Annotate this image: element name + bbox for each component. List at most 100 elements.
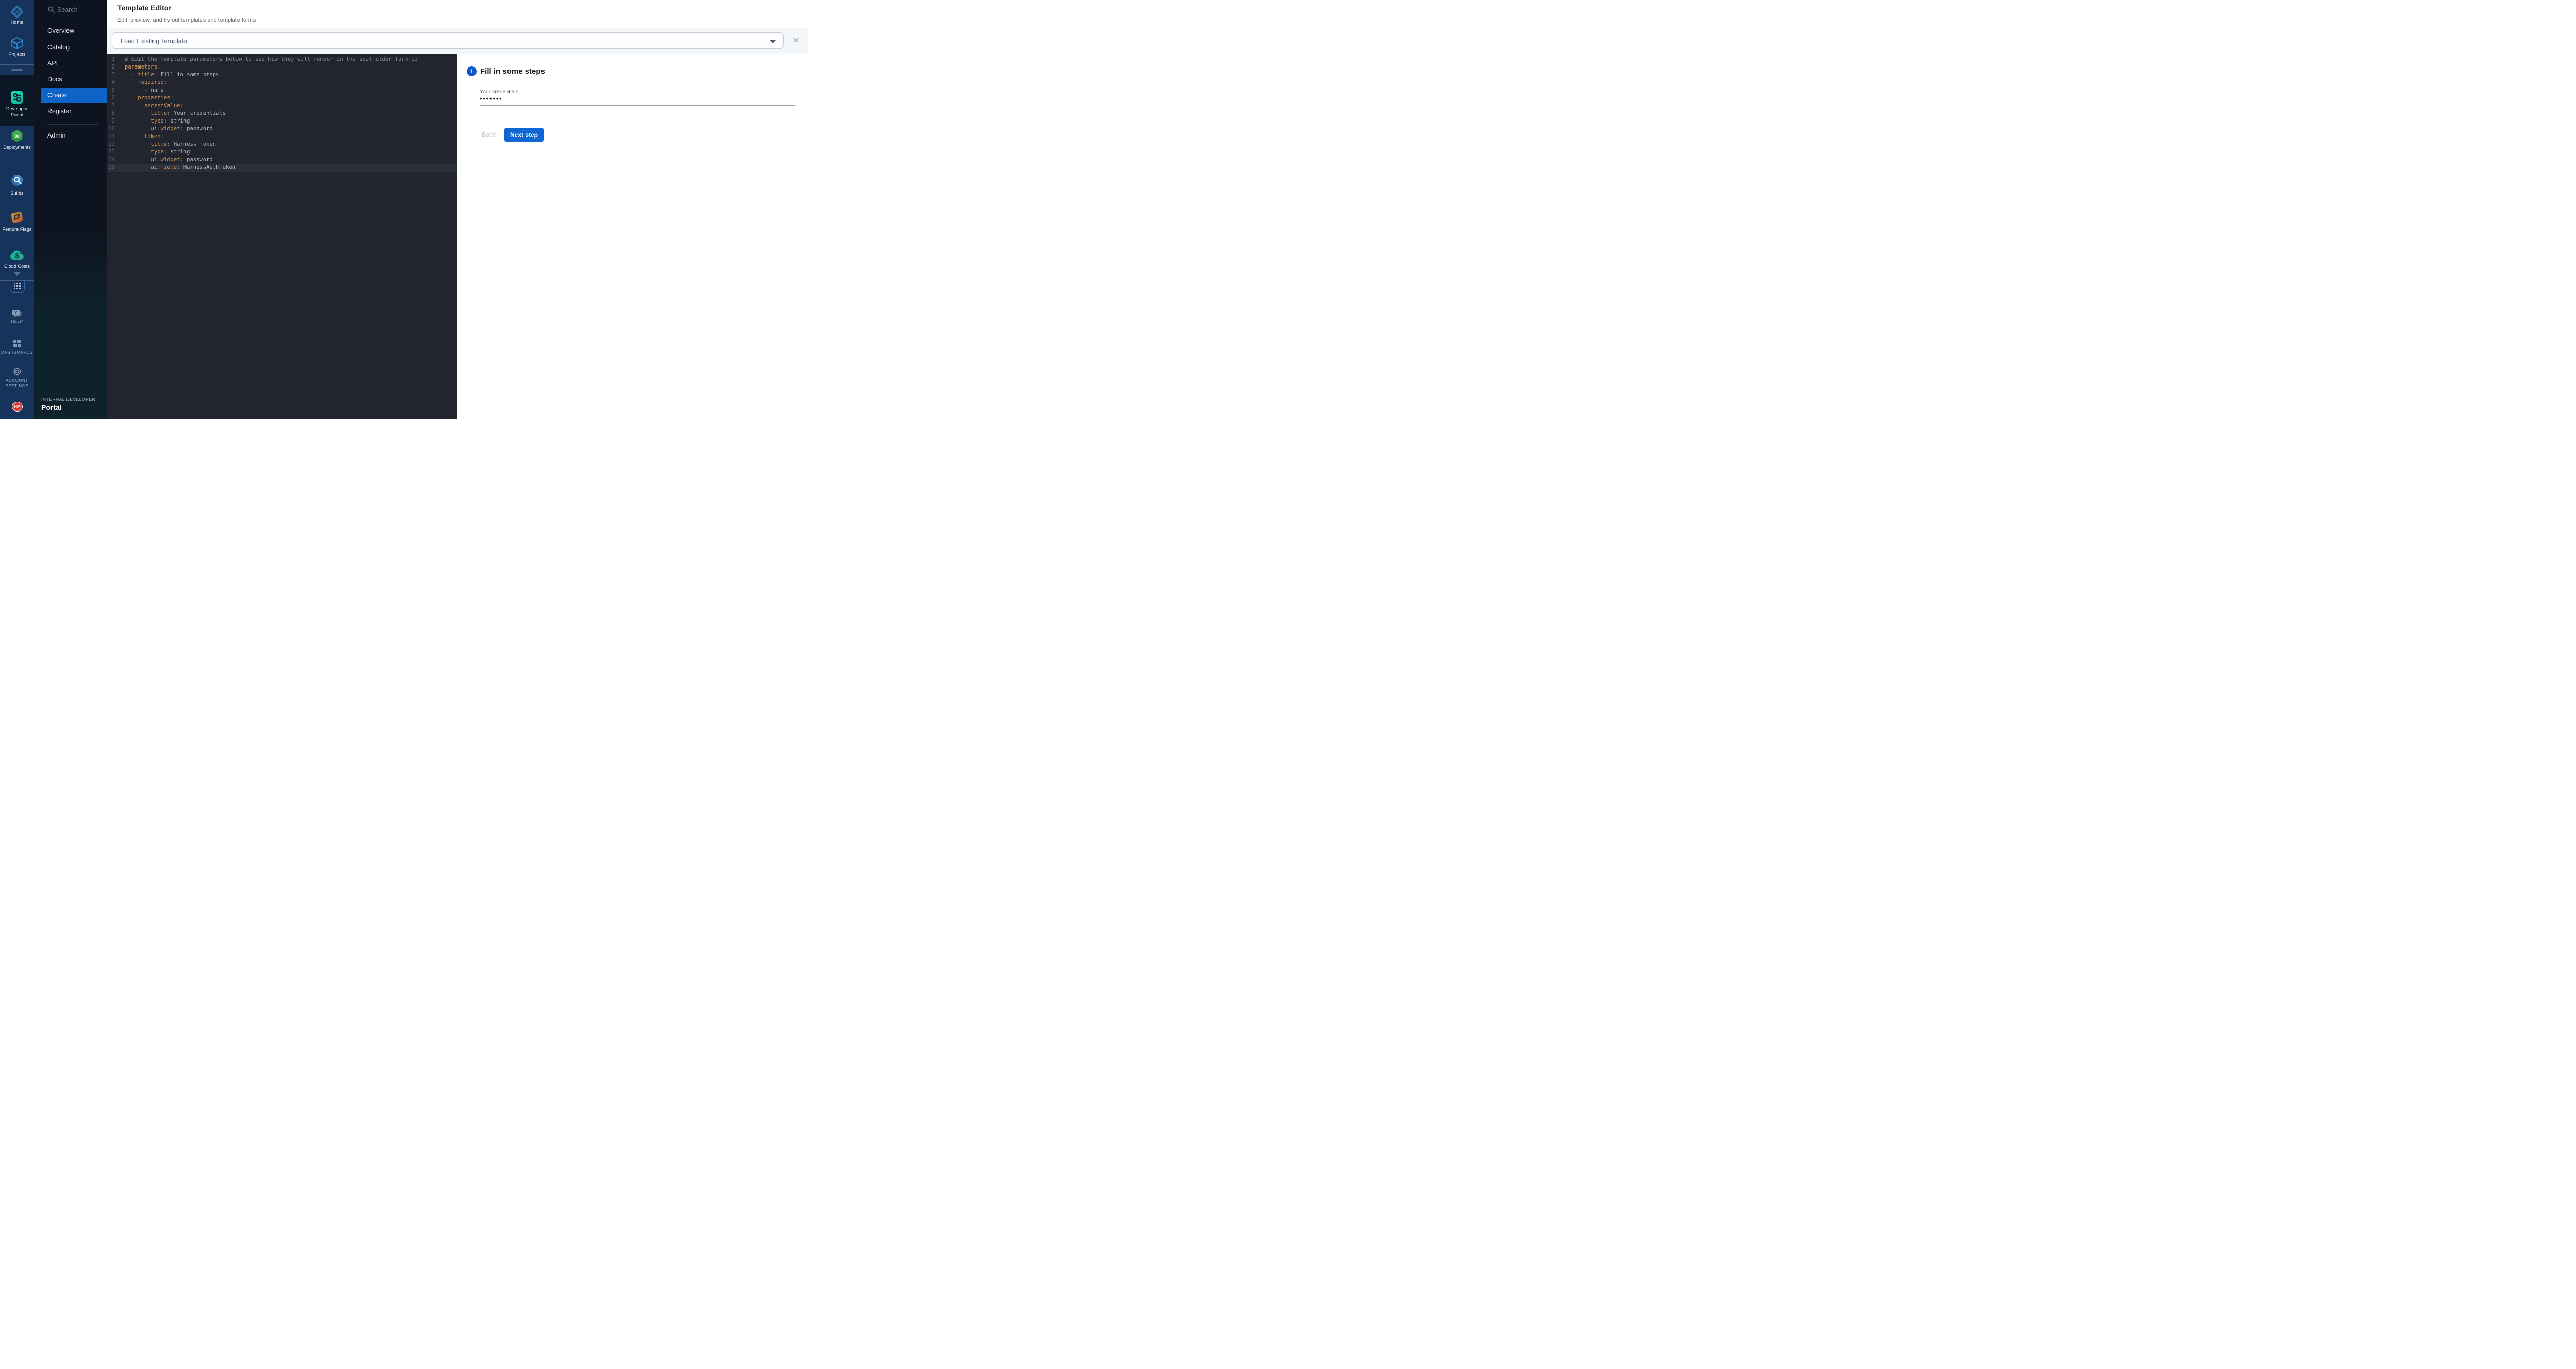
template-toolbar: Load Existing Template ✕ [107, 28, 808, 54]
rail-item-label: Deployments [0, 145, 34, 150]
page-title: Template Editor [117, 4, 172, 12]
rail-item-projects[interactable] [0, 36, 34, 53]
sidebar-item-register[interactable]: Register [34, 105, 107, 117]
sidebar-footer-title: Portal [41, 403, 95, 412]
sidebar-item-docs[interactable]: Docs [34, 73, 107, 85]
feature-flags-icon [10, 211, 24, 224]
credentials-password-field[interactable]: ••••••• [480, 95, 502, 102]
code-text: - name [125, 87, 164, 94]
code-line: 7 secretValue: [107, 102, 457, 110]
code-text: secretValue: [125, 102, 183, 110]
app-root: HomeProjectsDeveloperPortal∞DeploymentsB… [0, 0, 808, 419]
line-number: 7 [107, 102, 115, 110]
sidebar-item-catalog[interactable]: Catalog [34, 41, 107, 54]
page-subtitle: Edit, preview, and try out templates and… [117, 17, 256, 23]
line-number: 13 [107, 148, 115, 156]
rail-item-deployments[interactable]: ∞ [0, 129, 34, 146]
sidebar-divider [47, 124, 98, 125]
sidebar-item-overview[interactable]: Overview [34, 25, 107, 37]
gear-icon [13, 367, 22, 376]
rail-item-label: DASHBOARDS [0, 350, 34, 355]
load-template-dropdown[interactable]: Load Existing Template [112, 32, 784, 49]
developer-portal-sidebar: Overview Catalog API Docs Create Register Admi… [34, 0, 107, 419]
line-number: 10 [107, 125, 115, 133]
dropdown-caret-icon [770, 40, 776, 43]
sidebar-footer: INTERNAL DEVELOPER Portal [41, 397, 95, 412]
close-icon[interactable]: ✕ [790, 35, 802, 47]
watermark-circle [45, 332, 82, 369]
code-line: 8 title: Your credentials [107, 110, 457, 117]
rail-item-label: Developer [0, 106, 34, 112]
rail-item-feature-flags[interactable] [0, 211, 34, 227]
help-icon: ? [11, 309, 23, 318]
rail-item-cloud-costs[interactable]: $ [0, 249, 34, 263]
code-line: 1# Edit the template parameters below to… [107, 56, 457, 63]
code-text: type: string [125, 117, 190, 125]
rail-item-account-settings[interactable] [0, 367, 34, 379]
rail-item-label: Builds [0, 191, 34, 196]
module-nav-rail: HomeProjectsDeveloperPortal∞DeploymentsB… [0, 0, 34, 419]
code-text: # Edit the template parameters below to … [125, 56, 418, 63]
rail-item-dashboards[interactable] [0, 340, 34, 350]
svg-text:∞: ∞ [14, 132, 20, 141]
field-underline [480, 105, 795, 106]
code-line: 2 parameters: [107, 63, 457, 71]
line-number: 6 [107, 94, 115, 102]
code-text: ui:widget: password [125, 156, 213, 164]
module-picker-button[interactable] [10, 280, 25, 293]
line-number: 9 [107, 117, 115, 125]
rail-item-developer-portal[interactable] [0, 90, 34, 107]
rail-item-builds[interactable] [0, 174, 34, 190]
line-number: 3 [107, 71, 115, 79]
code-text: properties: [125, 94, 174, 102]
step-number-badge: 1 [467, 66, 477, 76]
code-text: ui:widget: password [125, 125, 213, 133]
code-text: type: string [125, 148, 190, 156]
watermark-bar [82, 347, 107, 355]
code-line: 15 ui:field: HarnessAuthToken [107, 164, 457, 172]
template-form-preview: 1 Fill in some steps Your credentials ••… [457, 54, 808, 419]
dropdown-value: Load Existing Template [121, 33, 187, 49]
line-number: 8 [107, 110, 115, 117]
rail-drag-handle[interactable] [11, 69, 23, 71]
line-number: 4 [107, 79, 115, 87]
svg-text:?: ? [14, 310, 16, 315]
projects-icon [10, 36, 24, 50]
sidebar-item-api[interactable]: API [34, 57, 107, 70]
back-button[interactable]: Back [476, 128, 502, 142]
code-line: 9 type: string [107, 117, 457, 125]
next-step-button[interactable]: Next step [504, 128, 544, 142]
deployments-icon: ∞ [10, 129, 24, 143]
rail-item-label: Portal [0, 112, 34, 118]
code-line: 6 properties: [107, 94, 457, 102]
code-text: title: Your credentials [125, 110, 226, 117]
code-line: 14 ui:widget: password [107, 156, 457, 164]
rail-item-label: Cloud Costs [0, 264, 34, 269]
step-title: Fill in some steps [480, 67, 545, 76]
main-content: Template Editor Edit, preview, and try o… [107, 0, 808, 419]
code-text: ui:field: HarnessAuthToken [125, 164, 235, 172]
line-number: 15 [107, 164, 115, 172]
code-text: parameters: [125, 63, 161, 71]
credentials-field-label: Your credentials [480, 89, 518, 95]
user-avatar[interactable]: HM [12, 402, 23, 412]
grid-icon [14, 283, 21, 289]
sidebar-item-admin[interactable]: Admin [34, 129, 107, 142]
rail-item-label: SETTINGS [0, 383, 34, 389]
svg-text:$: $ [15, 252, 19, 260]
dashboards-icon [13, 340, 21, 347]
rail-item-label: Feature Flags [0, 227, 34, 232]
code-line: 13 type: string [107, 148, 457, 156]
yaml-code-editor[interactable]: 1# Edit the template parameters below to… [107, 54, 457, 419]
chevron-down-icon[interactable] [13, 272, 21, 276]
sidebar-item-create[interactable]: Create [41, 88, 107, 103]
sidebar-search[interactable] [34, 4, 107, 15]
code-line: 11 token: [107, 133, 457, 141]
sidebar-footer-kicker: INTERNAL DEVELOPER [41, 397, 95, 402]
line-number: 2 [107, 63, 115, 71]
code-text: - title: Fill in some steps [125, 71, 219, 79]
code-line: 4 required: [107, 79, 457, 87]
search-input[interactable] [57, 5, 104, 15]
cloud-costs-icon: $ [10, 249, 24, 261]
rail-item-label: ACCOUNT [0, 378, 34, 383]
